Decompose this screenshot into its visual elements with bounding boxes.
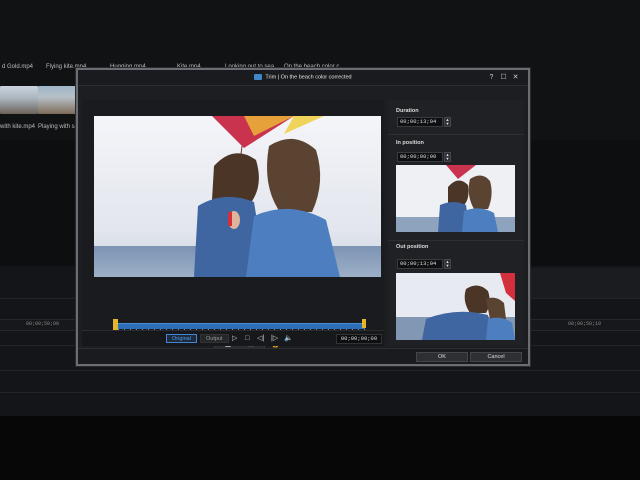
timeline-track-divider bbox=[0, 370, 640, 371]
original-toggle[interactable]: Original bbox=[166, 334, 197, 343]
help-button[interactable]: ? bbox=[487, 73, 496, 82]
next-frame-icon[interactable]: |▷ bbox=[271, 334, 278, 343]
cancel-button[interactable]: Cancel bbox=[470, 352, 522, 362]
in-position-thumbnail bbox=[396, 165, 515, 232]
library-item-label[interactable]: d Gold.mp4 bbox=[2, 64, 33, 70]
panel-divider bbox=[388, 134, 524, 135]
volume-icon[interactable]: 🔈 bbox=[284, 334, 293, 343]
out-position-spinner[interactable]: ▲ ▼ bbox=[444, 259, 451, 269]
in-position-label: In position bbox=[396, 140, 424, 146]
trim-out-handle[interactable] bbox=[362, 319, 366, 328]
out-frame-image bbox=[396, 273, 515, 340]
close-button[interactable]: ✕ bbox=[511, 73, 520, 82]
app-window: d Gold.mp4 Flying kite.mp4 Hugging.mp4 K… bbox=[0, 0, 640, 480]
in-frame-image bbox=[396, 165, 515, 232]
timeline-time-label: 00;00;50;10 bbox=[568, 321, 602, 327]
out-position-field[interactable]: 00;00;13;04 bbox=[397, 259, 443, 269]
library-item-label[interactable]: with kite.mp4 bbox=[0, 124, 35, 130]
trim-settings-panel: Duration 00;00;13;04 ▲ ▼ In position 00;0… bbox=[388, 100, 524, 346]
spin-down-icon[interactable]: ▼ bbox=[446, 156, 450, 161]
output-toggle[interactable]: Output bbox=[200, 334, 229, 343]
stop-icon[interactable]: □ bbox=[245, 334, 249, 343]
trim-icon bbox=[254, 74, 263, 80]
play-icon[interactable]: ▷ bbox=[232, 334, 237, 343]
duration-spinner[interactable]: ▲ ▼ bbox=[444, 117, 451, 127]
library-thumbnail[interactable] bbox=[38, 86, 76, 114]
previous-frame-icon[interactable]: ◁| bbox=[257, 334, 264, 343]
panel-divider bbox=[388, 240, 524, 241]
duration-field[interactable]: 00;00;13;04 bbox=[397, 117, 443, 127]
library-item-label[interactable]: Playing with sar bbox=[38, 124, 80, 130]
in-position-spinner[interactable]: ▲ ▼ bbox=[444, 152, 451, 162]
current-time-display: 00;00;00;00 bbox=[336, 334, 382, 344]
spin-down-icon[interactable]: ▼ bbox=[446, 263, 450, 268]
video-preview bbox=[94, 116, 381, 277]
dialog-title-wrap: Trim | On the beach color corrected bbox=[78, 74, 528, 80]
playback-controls: Original Output ▷ □ ◁| |▷ 🔈 00;00;00;00 bbox=[82, 330, 384, 346]
out-position-label: Out position bbox=[396, 244, 429, 250]
dialog-title: Trim | On the beach color corrected bbox=[265, 74, 352, 81]
in-position-field[interactable]: 00;00;00;00 bbox=[397, 152, 443, 162]
ok-button[interactable]: OK bbox=[416, 352, 468, 362]
library-thumbnail[interactable] bbox=[0, 86, 38, 114]
trim-dialog: Trim | On the beach color corrected ? ☐ … bbox=[76, 68, 530, 366]
dialog-footer: OK Cancel bbox=[78, 348, 528, 364]
status-area bbox=[0, 416, 640, 480]
spin-down-icon[interactable]: ▼ bbox=[446, 121, 450, 126]
out-position-thumbnail bbox=[396, 273, 515, 340]
duration-label: Duration bbox=[396, 108, 419, 114]
timeline-track-divider bbox=[0, 392, 640, 393]
beach-couple-frame bbox=[94, 116, 381, 277]
timeline-side-panel bbox=[528, 268, 640, 298]
preview-panel: ⬓ ⬒ 🔒 bbox=[82, 100, 384, 352]
dialog-titlebar[interactable]: Trim | On the beach color corrected ? ☐ … bbox=[78, 70, 528, 86]
maximize-button[interactable]: ☐ bbox=[499, 73, 508, 82]
timeline-time-label: 00;00;50;00 bbox=[26, 321, 60, 327]
